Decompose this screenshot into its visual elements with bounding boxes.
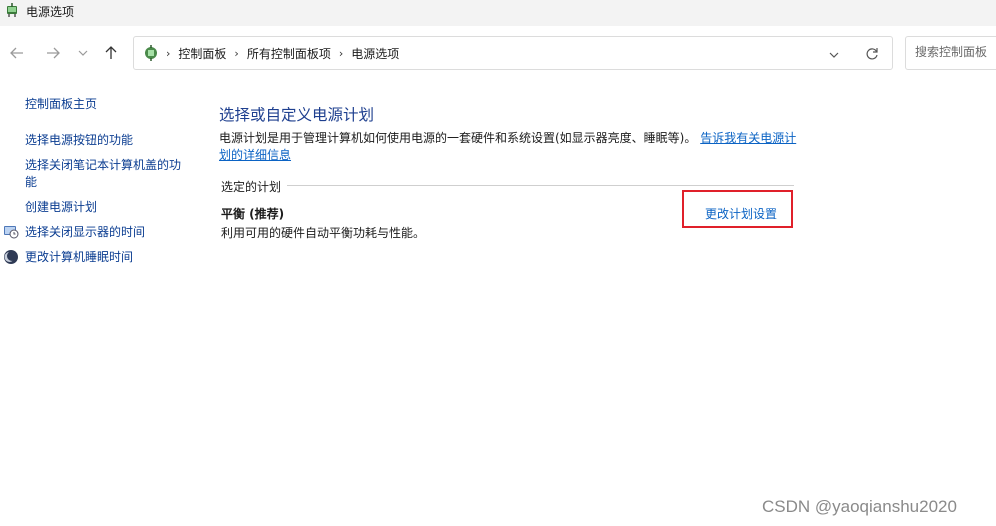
- arrow-up-icon: [105, 46, 117, 59]
- sidebar-item-power-button[interactable]: 选择电源按钮的功能: [25, 132, 133, 149]
- description-text: 电源计划是用于管理计算机如何使用电源的一套硬件和系统设置(如显示器亮度、睡眠等)…: [219, 131, 697, 145]
- monitor-clock-icon: [4, 226, 19, 239]
- arrow-right-icon: [47, 47, 60, 59]
- sidebar-item-display-off[interactable]: 选择关闭显示器的时间: [25, 224, 145, 241]
- breadcrumb-item[interactable]: 所有控制面板项: [247, 45, 331, 62]
- breadcrumb: › 控制面板 › 所有控制面板项 › 电源选项: [166, 45, 399, 62]
- refresh-icon[interactable]: [864, 46, 880, 62]
- search-box[interactable]: [905, 36, 996, 70]
- title-bar: 电源选项: [0, 0, 996, 26]
- sidebar-item-control-panel-home[interactable]: 控制面板主页: [25, 96, 97, 113]
- plan-description: 利用可用的硬件自动平衡功耗与性能。: [221, 226, 426, 240]
- highlight-annotation: [682, 190, 793, 228]
- control-panel-icon: [145, 45, 157, 61]
- address-bar[interactable]: › 控制面板 › 所有控制面板项 › 电源选项: [133, 36, 893, 70]
- window-title: 电源选项: [26, 5, 75, 19]
- breadcrumb-item[interactable]: 电源选项: [351, 45, 399, 62]
- recent-locations-button[interactable]: [72, 42, 94, 64]
- page-title: 选择或自定义电源计划: [219, 106, 375, 124]
- navigation-bar: › 控制面板 › 所有控制面板项 › 电源选项: [0, 26, 996, 82]
- breadcrumb-item[interactable]: 控制面板: [178, 45, 226, 62]
- sidebar-item-create-plan[interactable]: 创建电源计划: [25, 199, 97, 216]
- sidebar-item-sleep-time[interactable]: 更改计算机睡眠时间: [25, 249, 133, 266]
- arrow-left-icon: [10, 47, 23, 59]
- chevron-right-icon: ›: [166, 47, 171, 60]
- forward-button[interactable]: [42, 42, 64, 64]
- watermark: CSDN @yaoqianshu2020: [762, 497, 957, 516]
- page-description: 电源计划是用于管理计算机如何使用电源的一套硬件和系统设置(如显示器亮度、睡眠等)…: [219, 130, 799, 164]
- back-button[interactable]: [6, 42, 28, 64]
- plan-name: 平衡 (推荐): [221, 207, 285, 221]
- up-button[interactable]: [100, 42, 122, 64]
- chevron-down-icon: [78, 50, 88, 56]
- section-label: 选定的计划: [221, 178, 288, 195]
- moon-icon: [4, 250, 18, 264]
- section-divider: [286, 185, 794, 186]
- chevron-right-icon: ›: [338, 47, 344, 60]
- chevron-right-icon: ›: [234, 47, 239, 60]
- search-input[interactable]: [915, 45, 996, 59]
- chevron-down-icon[interactable]: [826, 47, 842, 63]
- power-options-icon: [7, 3, 17, 17]
- sidebar-item-lid-close[interactable]: 选择关闭笔记本计算机盖的功能: [25, 157, 185, 191]
